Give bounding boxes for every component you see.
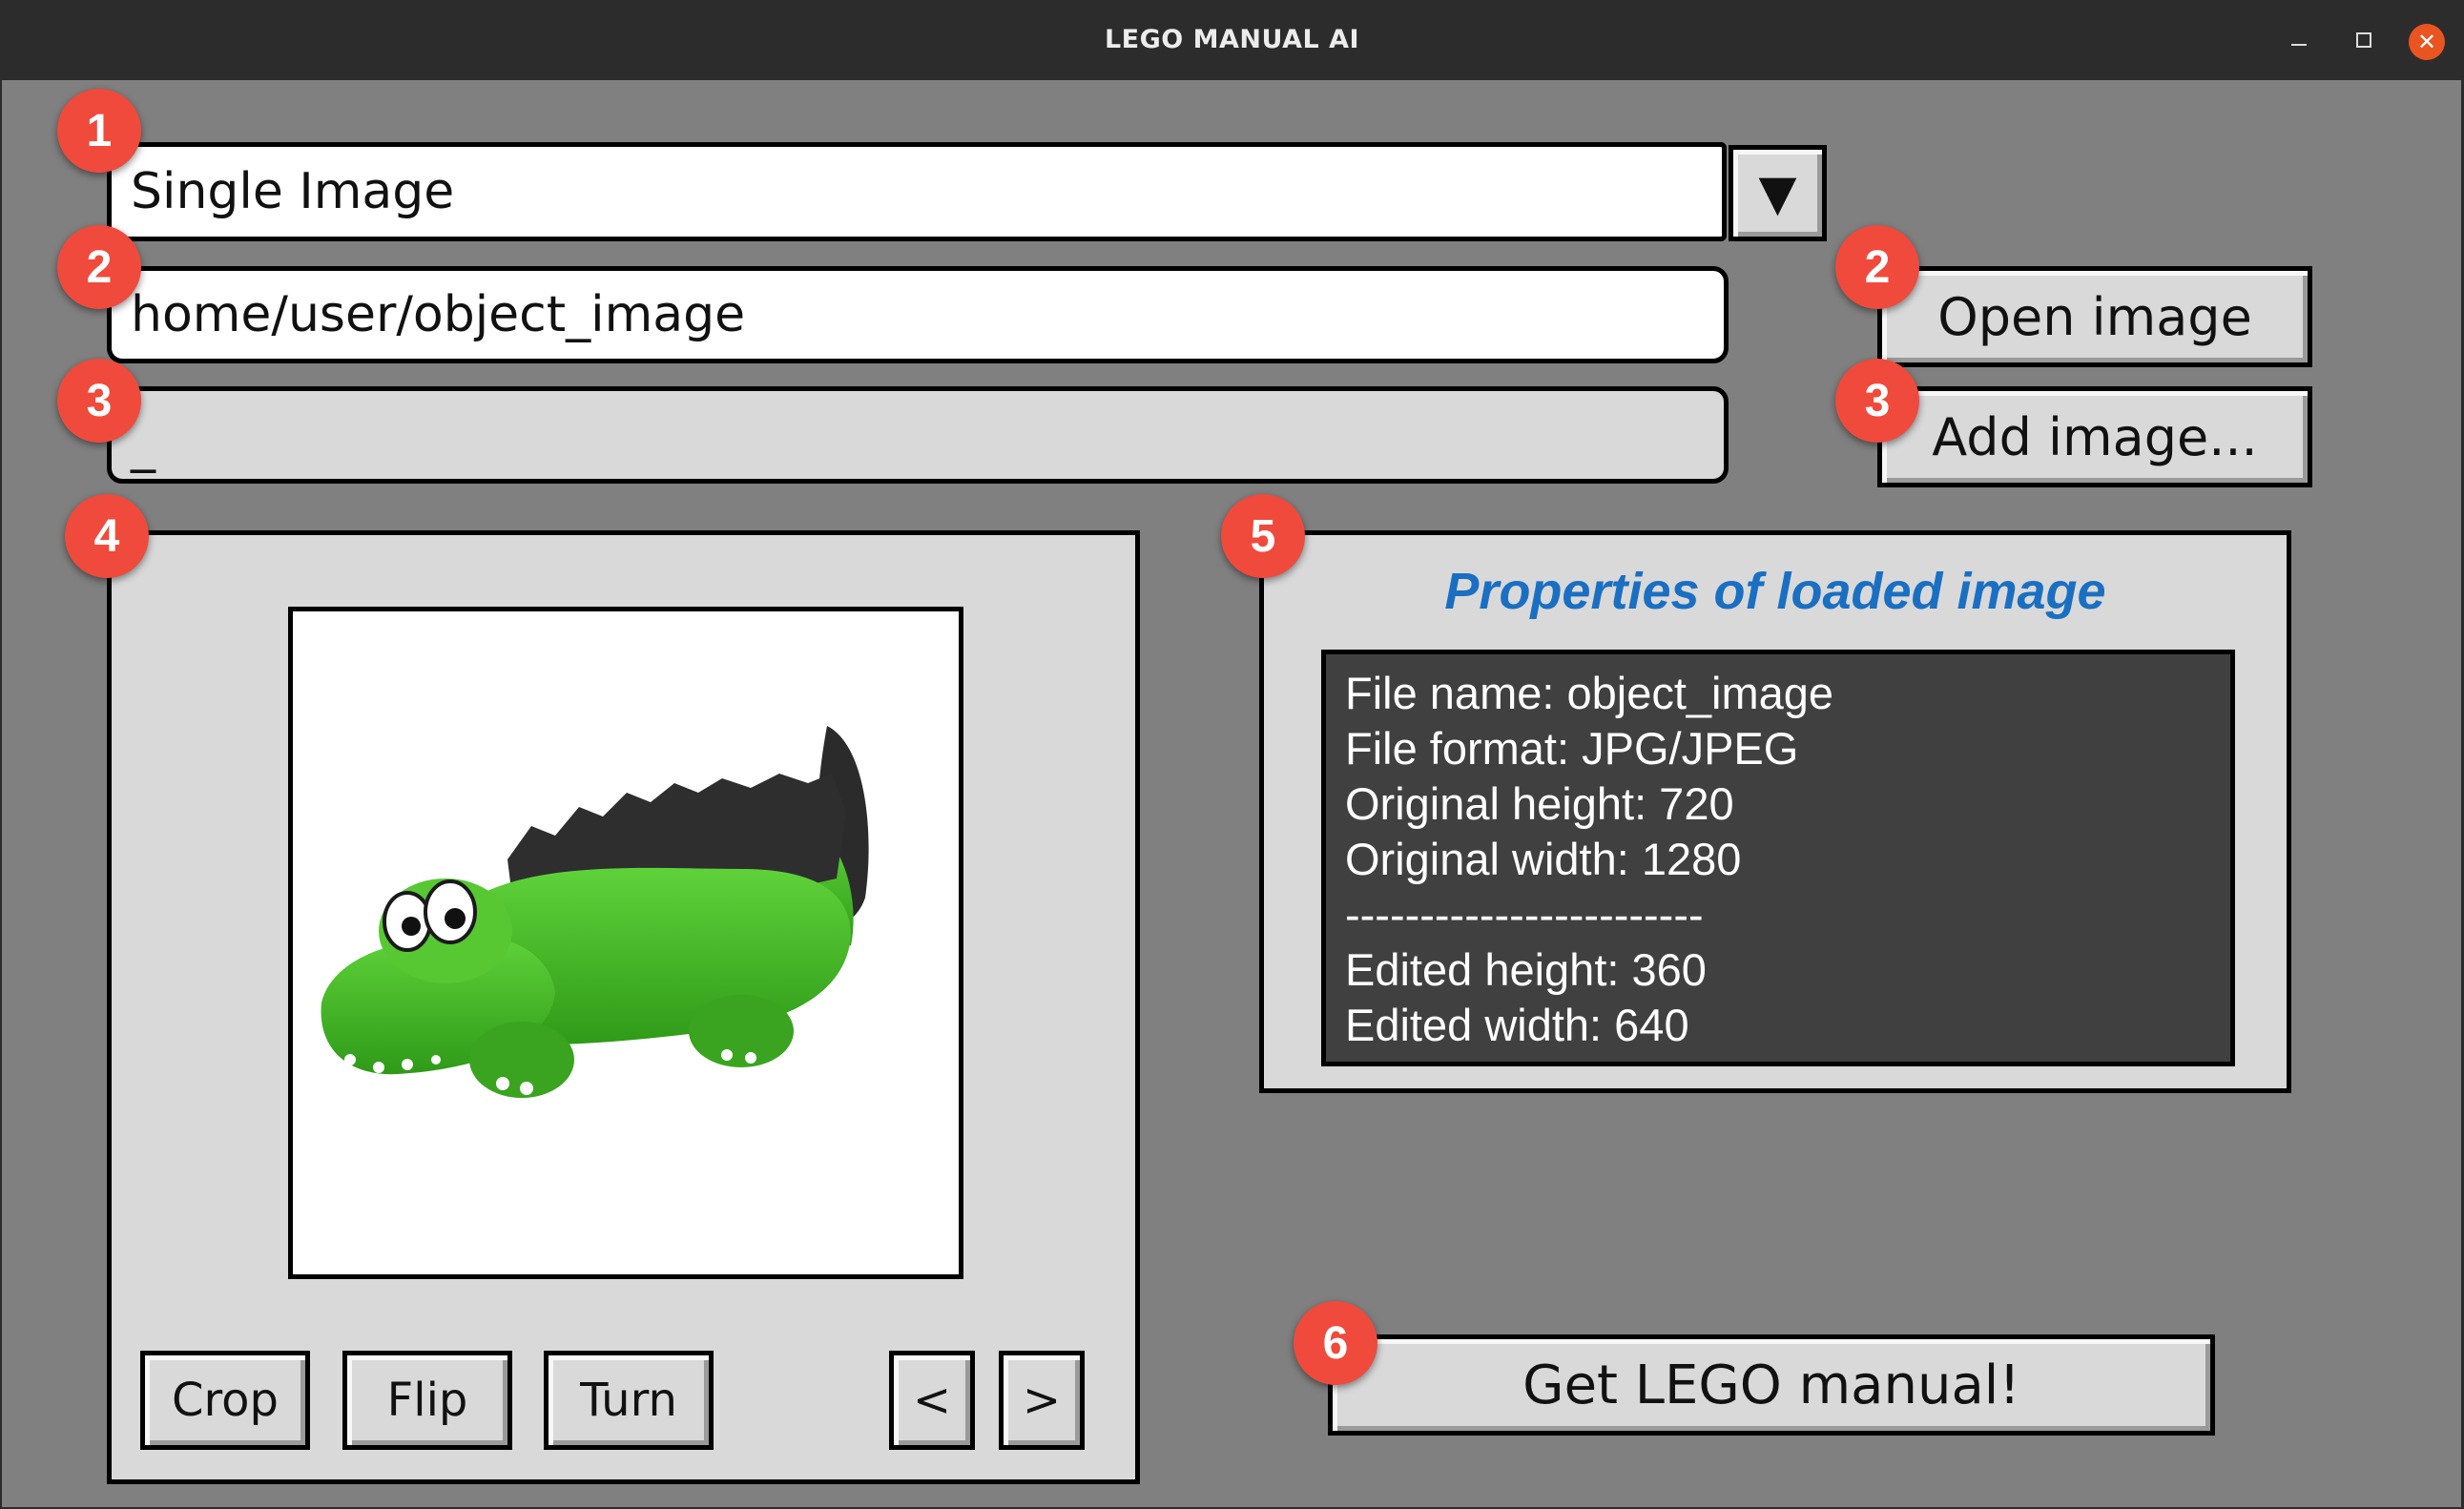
get-lego-manual-button[interactable]: Get LEGO manual! — [1328, 1334, 2215, 1436]
property-file-name: File name: object_image — [1345, 668, 1834, 718]
image-preview — [288, 607, 963, 1279]
properties-title: Properties of loaded image — [1444, 563, 2106, 620]
add-image-value: _ — [131, 417, 155, 475]
maximize-icon[interactable] — [2345, 21, 2383, 59]
crop-button[interactable]: Crop — [140, 1351, 310, 1450]
properties-box: File name: object_image File format: JPG… — [1321, 650, 2235, 1066]
property-edited-height: Edited height: 360 — [1345, 944, 1707, 995]
properties-panel: Properties of loaded image File name: ob… — [1259, 530, 2291, 1093]
badge-6: 6 — [1294, 1301, 1377, 1385]
badge-1: 1 — [57, 89, 141, 173]
badge-3-button: 3 — [1835, 359, 1919, 443]
add-image-button[interactable]: Add image... — [1877, 386, 2312, 487]
mode-select-value: Single Image — [131, 163, 455, 220]
turn-button[interactable]: Turn — [544, 1351, 714, 1450]
window-title: LEGO MANUAL AI — [1104, 25, 1360, 54]
badge-2-path: 2 — [57, 225, 141, 309]
mode-dropdown-button[interactable]: ▼ — [1729, 145, 1827, 241]
flip-button[interactable]: Flip — [342, 1351, 512, 1450]
badge-5: 5 — [1221, 494, 1305, 578]
image-preview-panel: Crop Flip Turn < > — [107, 530, 1140, 1484]
chevron-down-icon: ▼ — [1758, 164, 1797, 222]
property-original-height: Original height: 720 — [1345, 778, 1734, 829]
previous-image-button[interactable]: < — [889, 1351, 975, 1450]
crocodile-toy-image — [321, 726, 869, 1098]
close-icon[interactable]: ✕ — [2409, 24, 2445, 60]
mode-select[interactable]: Single Image — [107, 142, 1727, 241]
property-file-format: File format: JPG/JPEG — [1345, 723, 1799, 774]
add-image-field[interactable]: _ — [107, 386, 1729, 484]
property-original-width: Original width: 1280 — [1345, 834, 1742, 884]
title-bar: LEGO MANUAL AI ✕ — [0, 0, 2464, 80]
image-path-field[interactable]: home/user/object_image — [107, 266, 1729, 363]
badge-4: 4 — [65, 494, 149, 578]
image-path-value: home/user/object_image — [131, 286, 746, 343]
open-image-button[interactable]: Open image — [1877, 266, 2312, 367]
main-window: Single Image ▼ home/user/object_image _ … — [2, 80, 2461, 1507]
badge-2-open: 2 — [1835, 225, 1919, 309]
property-divider: ------------------------ — [1345, 889, 1704, 940]
minimize-icon[interactable] — [2280, 21, 2318, 59]
next-image-button[interactable]: > — [999, 1351, 1085, 1450]
badge-3-field: 3 — [57, 359, 141, 443]
property-edited-width: Edited width: 640 — [1345, 1000, 1689, 1050]
